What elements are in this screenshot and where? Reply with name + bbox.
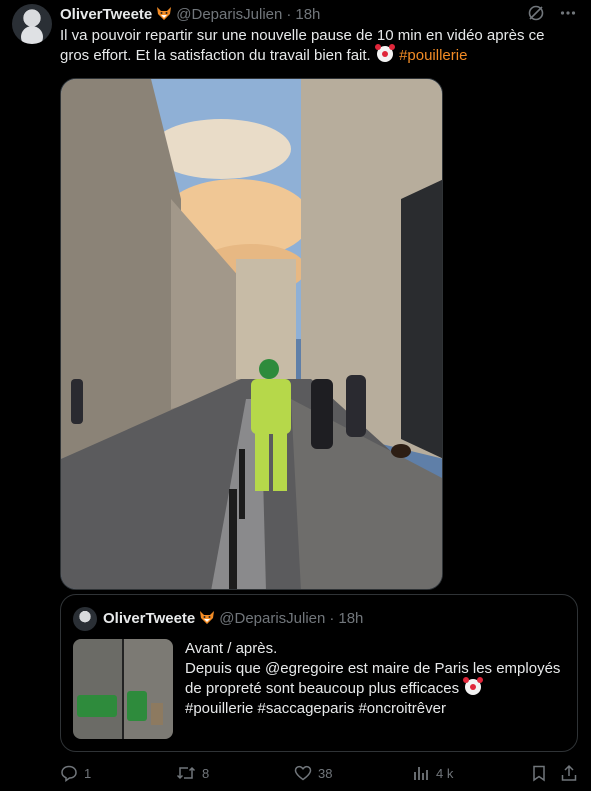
quoted-text-line-3-body: de propreté sont beaucoup plus efficaces — [185, 680, 460, 697]
views-count: 4 k — [436, 765, 454, 781]
views-button[interactable]: 4 k — [412, 764, 453, 782]
timestamp[interactable]: 18h — [295, 6, 320, 23]
tweet-text-line-2-body: gros effort. Et la satisfaction du trava… — [60, 47, 371, 64]
quoted-timestamp: 18h — [338, 610, 364, 627]
quoted-text-line-3: de propreté sont beaucoup plus efficaces — [185, 677, 570, 699]
quoted-author-name: OliverTweete — [103, 610, 196, 627]
street-photo-illustration — [61, 79, 442, 589]
quoted-photo-thumbnail[interactable] — [73, 639, 173, 739]
views-icon — [412, 764, 430, 782]
quoted-avatar[interactable] — [73, 607, 97, 631]
clown-emoji-icon — [463, 677, 482, 695]
like-count: 38 — [318, 765, 333, 781]
author-name[interactable]: OliverTweete — [60, 6, 152, 23]
bookmark-button[interactable] — [530, 764, 548, 782]
quoted-text-line-1: Avant / après. — [185, 640, 278, 657]
header-icons — [527, 4, 577, 22]
quoted-header: OliverTweete @DeparisJulien · 18h — [103, 609, 363, 628]
tweet-header: OliverTweete @DeparisJulien · 18h — [60, 4, 320, 24]
quoted-text-line-2: Depuis que @egregoire est maire de Paris… — [185, 660, 561, 677]
share-button[interactable] — [560, 764, 578, 782]
tweet-text-line-2: gros effort. Et la satisfaction du trava… — [60, 44, 580, 66]
like-button[interactable]: 38 — [294, 764, 332, 782]
repost-count: 8 — [202, 765, 210, 781]
more-icon[interactable] — [559, 4, 577, 22]
repost-icon — [176, 764, 196, 782]
author-handle[interactable]: @DeparisJulien — [176, 6, 282, 23]
fox-emoji-icon — [156, 5, 172, 24]
quoted-separator: · — [329, 610, 335, 627]
fox-emoji-icon — [199, 609, 215, 628]
hashtag-link[interactable]: #pouillerie — [399, 47, 467, 64]
tweet-text: Il va pouvoir repartir sur une nouvelle … — [60, 26, 580, 66]
reply-count: 1 — [84, 765, 92, 781]
repost-button[interactable]: 8 — [176, 764, 209, 782]
action-bar: 1 8 38 4 k — [60, 764, 580, 786]
tweet-text-line-1: Il va pouvoir repartir sur une nouvelle … — [60, 27, 545, 44]
reply-icon — [60, 764, 78, 782]
grok-icon[interactable] — [527, 4, 545, 22]
reply-button[interactable]: 1 — [60, 764, 91, 782]
bookmark-icon — [530, 764, 548, 782]
tweet-photo[interactable] — [60, 78, 443, 590]
separator: · — [286, 5, 292, 23]
heart-icon — [294, 764, 312, 782]
quoted-author-handle: @DeparisJulien — [219, 610, 326, 627]
avatar[interactable] — [12, 4, 52, 44]
quoted-hashtags: #pouillerie #saccageparis #oncroitrêver — [185, 700, 446, 717]
clown-emoji-icon — [374, 44, 393, 62]
quoted-text: Avant / après. Depuis que @egregoire est… — [185, 639, 570, 719]
quoted-tweet[interactable]: OliverTweete @DeparisJulien · 18h Avant … — [60, 594, 578, 752]
tweet[interactable]: OliverTweete @DeparisJulien · 18h Il va … — [0, 0, 591, 791]
share-icon — [560, 764, 578, 782]
